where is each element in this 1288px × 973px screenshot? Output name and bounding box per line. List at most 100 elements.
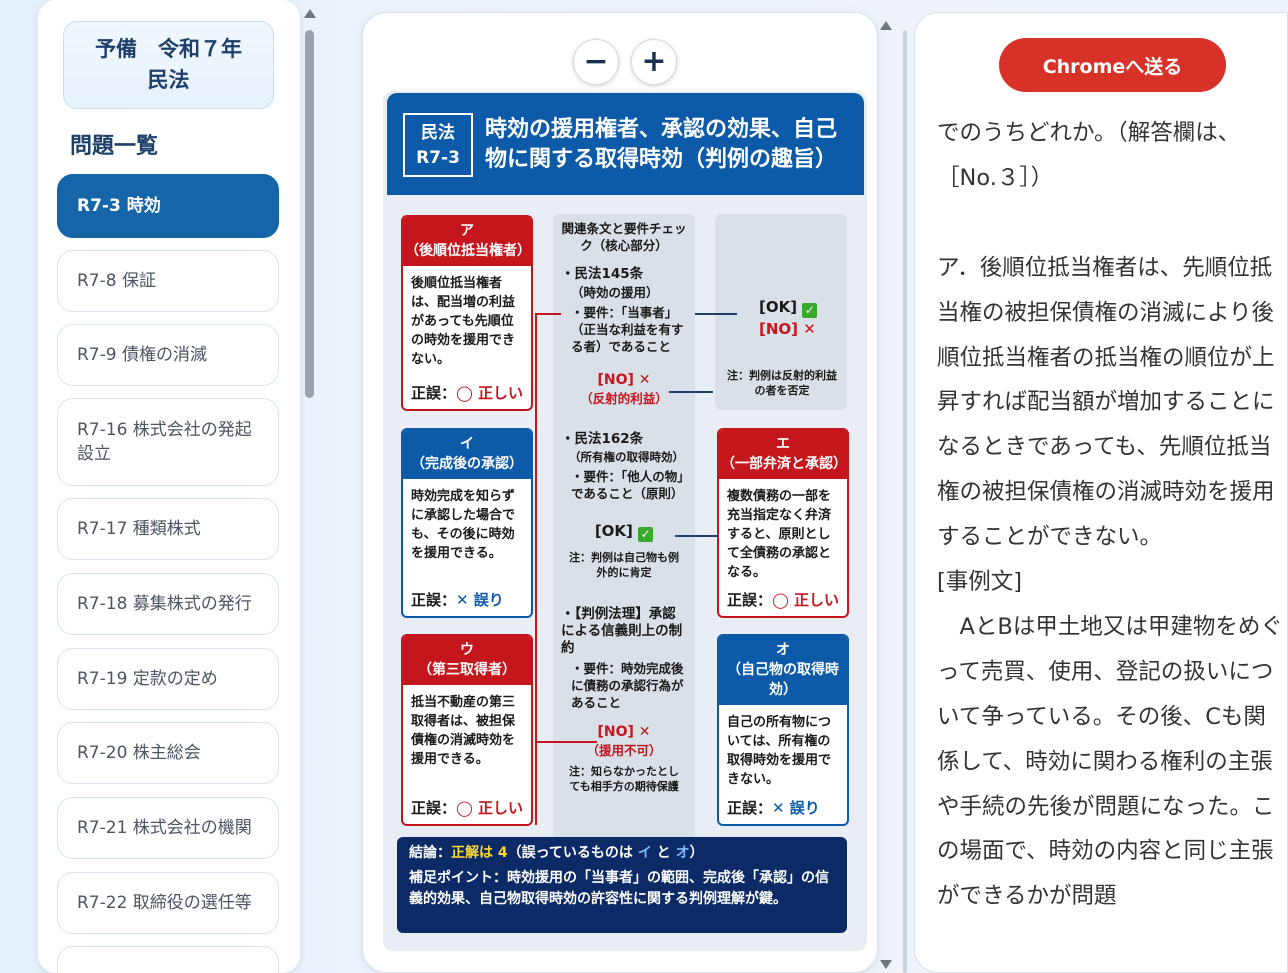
article-162-requirement: ・要件：「他人の物」であること（原則） xyxy=(571,469,684,501)
card-o-verdict: 正誤：✕ 誤り xyxy=(727,797,820,818)
conclusion-and: と xyxy=(651,845,676,861)
article-145-requirement: ・要件：「当事者」（正当な利益を有する者）であること xyxy=(571,305,684,354)
question-item-r7-18[interactable]: R7-18 募集株式の発行 xyxy=(57,573,279,635)
question-item-r7-9[interactable]: R7-9 債権の消滅 xyxy=(57,324,279,386)
card-i-subtitle: （完成後の承認） xyxy=(411,456,523,472)
supplement-point: 補足ポイント：時効援用の「当事者」の範囲、完成後「承認」の信義的効果、自己物取得… xyxy=(409,870,829,907)
scroll-down-arrow-icon[interactable] xyxy=(880,960,892,969)
send-to-chrome-button[interactable]: Chromeへ送る xyxy=(999,38,1226,92)
card-u-body: 抵当不動産の第三取得者は、被担保債権の消滅時効を援用できる。 xyxy=(411,695,516,767)
verdict-value: ✕ 誤り xyxy=(772,799,820,817)
verdict-prefix: 正誤： xyxy=(411,799,457,817)
scroll-up-arrow-icon[interactable] xyxy=(880,21,892,30)
question-paragraph: ア．後順位抵当権者は、先順位抵当権の被担保債権の消滅により後順位抵当権者の抵当権… xyxy=(937,254,1275,551)
article-162-ok: [OK] ✓ xyxy=(553,520,695,542)
case-law-no-note: （援用不可） xyxy=(586,743,662,758)
arrow-from-card-e xyxy=(669,391,713,393)
card-i-letter: イ xyxy=(460,436,474,452)
question-item-label: R7-19 定款の定め xyxy=(77,669,218,689)
card-o-subtitle: （自己物の取得時効） xyxy=(727,662,839,698)
card-e: エ （一部弁済と承認） 複数債務の一部を充当指定なく弁済すると、原則として全債務… xyxy=(717,428,849,618)
card-e-body: 複数債務の一部を充当指定なく弁済すると、原則として全債務の承認となる。 xyxy=(727,489,832,580)
verdict-value: ◯ 正しい xyxy=(456,799,524,817)
article-145-sub: （時効の援用） xyxy=(571,285,659,300)
question-paragraph: でのうちどれか。（解答欄は、［No.３］） xyxy=(937,120,1241,191)
card-u-verdict: 正誤：◯ 正しい xyxy=(411,797,523,818)
card-i-verdict: 正誤：✕ 誤り xyxy=(411,589,504,610)
plus-icon: + xyxy=(641,44,667,79)
question-paragraph-blank xyxy=(937,201,1283,246)
panel-divider xyxy=(903,30,907,973)
case-law-no: [NO] ✕ xyxy=(597,724,651,740)
card-o: オ （自己物の取得時効） 自己の所有物については、所有権の取得時効を援用できない… xyxy=(717,634,849,826)
card-o-head: オ （自己物の取得時効） xyxy=(719,636,847,705)
scroll-up-arrow-icon[interactable] xyxy=(304,9,316,18)
conclusion-end: ） xyxy=(689,845,704,861)
zoom-out-button[interactable]: − xyxy=(573,39,619,85)
card-a-subtitle: （後順位抵当権者） xyxy=(405,243,531,259)
verdict-prefix: 正誤： xyxy=(411,384,457,402)
infographic-image: 民法 R7-3 時効の援用権者、承認の効果、自己物に関する取得時効（判例の趣旨）… xyxy=(383,91,867,951)
side-note: 注：判例は反射的利益の者を否定 xyxy=(727,369,837,397)
question-item-r7-8[interactable]: R7-8 保証 xyxy=(57,250,279,312)
sidebar-scrollbar-thumb[interactable] xyxy=(305,30,314,398)
question-text: でのうちどれか。（解答欄は、［No.３］） ア．後順位抵当権者は、先順位抵当権の… xyxy=(937,111,1283,919)
sidebar: 予備 令和７年 民法 問題一覧 R7-3 時効 R7-8 保証 R7-9 債権の… xyxy=(38,0,300,973)
card-u: ウ （第三取得者） 抵当不動産の第三取得者は、被担保債権の消滅時効を援用できる。… xyxy=(401,634,533,826)
requirement-check-column: 関連条文と要件チェック（核心部分） ・民法145条 （時効の援用） ・要件：「当… xyxy=(553,214,695,840)
question-item-label: R7-16 株式会社の発起設立 xyxy=(77,420,252,464)
ok-ng-summary-box: [OK] ✓ [NO] ✕ 注：判例は反射的利益の者を否定 xyxy=(715,214,847,410)
card-u-letter: ウ xyxy=(460,642,474,658)
arrow-red-vertical xyxy=(535,313,537,825)
question-item-r7-22[interactable]: R7-22 取締役の選任等 xyxy=(57,872,279,934)
article-145-no: [NO] ✕ xyxy=(597,372,651,388)
arrow-to-card-o xyxy=(675,535,717,537)
conclusion-prefix: 結論： xyxy=(409,845,451,861)
card-o-body: 自己の所有物については、所有権の取得時効を援用できない。 xyxy=(727,715,832,787)
article-162-sub: （所有権の取得時効） xyxy=(569,450,684,464)
question-item-label: R7-3 時効 xyxy=(77,196,161,216)
question-item-r7-21[interactable]: R7-21 株式会社の機関 xyxy=(57,797,279,859)
question-item-label: R7-20 株主総会 xyxy=(77,743,201,763)
zoom-in-button[interactable]: + xyxy=(631,39,677,85)
sidebar-scrollbar[interactable] xyxy=(302,0,316,973)
question-item-r7-19[interactable]: R7-19 定款の定め xyxy=(57,648,279,710)
badge-line2: R7-3 xyxy=(416,148,460,168)
question-item-next[interactable] xyxy=(57,946,279,973)
card-e-head: エ （一部弁済と承認） xyxy=(719,430,847,479)
card-e-letter: エ xyxy=(776,436,790,452)
card-u-subtitle: （第三取得者） xyxy=(418,662,516,678)
check-icon: ✓ xyxy=(638,527,654,542)
case-law-title: ・【判例法理】承認による信義則上の制約 xyxy=(561,606,683,656)
question-item-r7-17[interactable]: R7-17 種類株式 xyxy=(57,498,279,560)
arrow-to-card-u xyxy=(535,741,597,743)
exam-title-line1: 予備 令和７年 xyxy=(95,37,242,61)
ok-label: [OK] xyxy=(594,522,633,540)
card-e-verdict: 正誤：◯ 正しい xyxy=(727,589,839,610)
question-item-label: R7-8 保証 xyxy=(77,271,156,291)
conclusion-mid: （誤っているものは xyxy=(507,845,638,861)
conclusion-box: 結論：正解は 4（誤っているものは イ と オ） 補足ポイント：時効援用の「当事… xyxy=(397,837,847,933)
infographic-header: 民法 R7-3 時効の援用権者、承認の効果、自己物に関する取得時効（判例の趣旨） xyxy=(387,93,864,195)
question-item-label: R7-18 募集株式の発行 xyxy=(77,594,252,614)
infographic-title: 時効の援用権者、承認の効果、自己物に関する取得時効（判例の趣旨） xyxy=(485,117,838,172)
question-item-label: R7-21 株式会社の機関 xyxy=(77,818,252,838)
verdict-prefix: 正誤： xyxy=(411,591,457,609)
conclusion-line: 結論：正解は 4（誤っているものは イ と オ） xyxy=(409,843,835,864)
card-o-letter: オ xyxy=(776,642,790,658)
question-item-label: R7-9 債権の消滅 xyxy=(77,345,207,365)
article-162-title: ・民法162条 xyxy=(561,431,644,447)
question-item-r7-16[interactable]: R7-16 株式会社の発起設立 xyxy=(57,398,279,486)
article-162-note: 注：判例は自己物も例外的に肯定 xyxy=(569,551,679,579)
question-item-r7-20[interactable]: R7-20 株主総会 xyxy=(57,722,279,784)
case-law-note: 注：知らなかったとしても相手方の期待保護 xyxy=(569,765,679,793)
viewer-scrollbar[interactable] xyxy=(878,12,892,973)
card-i-body: 時効完成を知らずに承認した場合でも、その後に時効を援用できる。 xyxy=(411,489,516,561)
question-paragraph: [事例文] xyxy=(937,569,1023,596)
side-ok: [OK] ✓ xyxy=(759,296,818,318)
question-item-r7-3[interactable]: R7-3 時効 xyxy=(57,174,279,238)
article-145-title: ・民法145条 xyxy=(561,266,644,282)
card-i: イ （完成後の承認） 時効完成を知らずに承認した場合でも、その後に時効を援用でき… xyxy=(401,428,533,618)
check-icon: ✓ xyxy=(802,303,818,318)
verdict-value: ◯ 正しい xyxy=(772,591,840,609)
